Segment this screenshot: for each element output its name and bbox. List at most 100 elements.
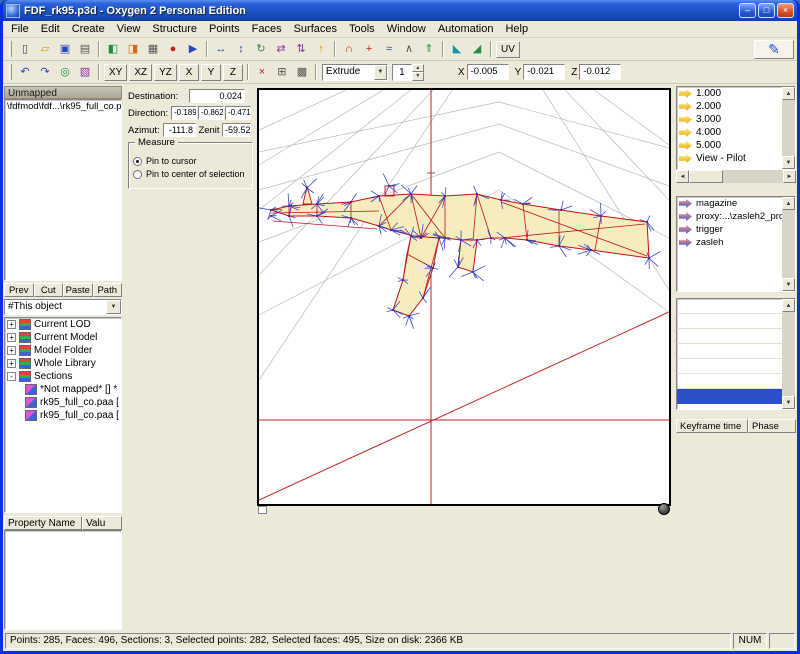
lod-list-item[interactable]: 1.000 [677,87,782,100]
extrude-step-spinner[interactable]: 1 ▲ ▼ [392,64,424,81]
move-vertical-icon[interactable]: ↕ [231,40,251,58]
swap-axes-icon[interactable]: ⇅ [291,40,311,58]
move-horizontal-icon[interactable]: ↔ [211,40,231,58]
property-value-column[interactable]: Valu [82,516,122,530]
extrude-step-value[interactable]: 1 [392,64,412,81]
save-icon[interactable]: ▣ [55,40,75,58]
tree-item[interactable]: rk95_full_co.paa [ [5,409,121,422]
menu-item[interactable]: Window [381,22,432,36]
viewport-3d[interactable] [257,88,671,506]
menu-item[interactable]: Edit [35,22,66,36]
undo-icon[interactable]: ↶ [15,63,35,81]
lod-list-item[interactable]: 5.000 [677,139,782,152]
tree-item[interactable]: - Sections [5,370,121,383]
axis-toggle-button[interactable]: X [179,64,199,81]
property-table-body[interactable] [4,530,122,630]
lod-list-item[interactable]: 4.000 [677,126,782,139]
dropdown-arrow-icon[interactable]: ▼ [106,300,121,314]
scrollbar-thumb[interactable] [689,170,723,183]
texture-list[interactable]: \fdfmod\fdf...\rk95_full_co.paa [4,99,122,281]
keyframe-time-column[interactable]: Keyframe time [676,419,748,433]
scroll-up-icon[interactable]: ▲ [782,197,795,210]
axis-toggle-button[interactable]: Y [201,64,221,81]
show-normals-icon[interactable]: ⇑ [419,40,439,58]
radio-pin-to-center[interactable]: Pin to center of selection [133,169,248,179]
minimize-button[interactable]: – [739,3,756,18]
tree-item[interactable]: *Not mapped* [] * [5,383,121,396]
select-connected-icon[interactable]: ◎ [55,63,75,81]
redo-icon[interactable]: ↷ [35,63,55,81]
tree-item[interactable]: + Current LOD [5,318,121,331]
spin-down-icon[interactable]: ▼ [412,72,424,81]
mask-selection-icon[interactable]: ▧ [75,63,95,81]
lod-horizontal-scrollbar[interactable]: ◄ ► [676,170,796,183]
tree-toggle-icon[interactable]: + [7,346,16,355]
texture-action-button[interactable]: Path [93,283,123,297]
history-item[interactable]: Face Properties [677,299,782,314]
lod-list-item[interactable]: View - Pilot [677,152,782,165]
create-vertex-icon[interactable]: ● [163,40,183,58]
history-item[interactable]: Select All [677,344,782,359]
history-vertical-scrollbar[interactable]: ▲ ▼ [782,299,795,409]
property-name-column[interactable]: Property Name [4,516,82,530]
azimut-field[interactable]: -111.8 [163,123,196,137]
menu-item[interactable]: Surfaces [288,22,343,36]
history-item[interactable]: Edit LOD 4.000 [677,329,782,344]
open-folder-icon[interactable]: ▱ [35,40,55,58]
history-item[interactable]: Face Properties [677,389,782,404]
selections-vertical-scrollbar[interactable]: ▲ ▼ [782,197,795,291]
coord-x-field[interactable]: -0.005 [467,64,509,80]
destination-field[interactable]: 0.024 [189,89,245,103]
named-selection-item[interactable]: magazine [677,197,782,210]
triangle-fan-icon[interactable]: ◣ [447,40,467,58]
spin-up-icon[interactable]: ▲ [412,64,424,73]
history-item[interactable]: Make Selection [677,359,782,374]
shaded-view-icon[interactable]: ◧ [103,40,123,58]
tree-toggle-icon[interactable]: - [7,372,16,381]
axis-toggle-button[interactable]: Z [223,64,243,81]
combo-arrow-icon[interactable]: ▼ [374,65,387,80]
extrude-combobox[interactable]: Extrude ▼ [322,64,388,81]
tree-toggle-icon[interactable]: + [7,359,16,368]
maximize-button[interactable]: □ [758,3,775,18]
named-selection-item[interactable]: proxy:...\zasleh2_proxy.00 [677,210,782,223]
lod-list-item[interactable]: 2.000 [677,100,782,113]
new-document-icon[interactable]: ▯ [15,40,35,58]
play-animation-icon[interactable]: ▶ [183,40,203,58]
texture-list-item[interactable]: \fdfmod\fdf...\rk95_full_co.paa [5,100,121,113]
toggle-grid-icon[interactable]: ▩ [292,63,312,81]
triangle-strip-icon[interactable]: ◢ [467,40,487,58]
texture-action-button[interactable]: Paste [63,283,93,297]
texture-action-button[interactable]: Cut [34,283,64,297]
weld-points-icon[interactable]: + [359,40,379,58]
zenit-field[interactable]: -59.52 [222,123,251,137]
toolbar-grip[interactable] [9,64,12,80]
scroll-up-icon[interactable]: ▲ [782,299,795,312]
lod-list[interactable]: 1.000 2.000 3.000 [676,86,796,170]
phase-column[interactable]: Phase [748,419,796,433]
menu-item[interactable]: Create [66,22,111,36]
toolbar-grip[interactable] [9,41,12,57]
menu-item[interactable]: Points [203,22,246,36]
coord-y-field[interactable]: -0.021 [523,64,565,80]
scroll-down-icon[interactable]: ▼ [782,278,795,291]
raise-points-icon[interactable]: ↑ [311,40,331,58]
import-icon[interactable]: ▤ [75,40,95,58]
direction-z-field[interactable]: -0.471 [225,106,251,120]
rotate-icon[interactable]: ↻ [251,40,271,58]
scroll-up-icon[interactable]: ▲ [782,87,795,100]
tree-toggle-icon[interactable]: + [7,320,16,329]
textured-view-icon[interactable]: ◨ [123,40,143,58]
lod-list-item[interactable]: 3.000 [677,113,782,126]
delete-selection-icon[interactable]: × [252,63,272,81]
smooth-normals-icon[interactable]: ≈ [379,40,399,58]
scroll-down-icon[interactable]: ▼ [782,396,795,409]
collapse-points-icon[interactable]: ⊞ [272,63,292,81]
tree-item[interactable]: rk95_full_co.paa [ [5,396,121,409]
menu-item[interactable]: File [5,22,35,36]
view-rotation-knob[interactable] [658,503,670,515]
menu-item[interactable]: Faces [246,22,288,36]
lod-vertical-scrollbar[interactable]: ▲ ▼ [782,87,795,169]
uv-editor-button[interactable]: UV [496,41,520,58]
history-item[interactable]: Face Properties [677,374,782,389]
